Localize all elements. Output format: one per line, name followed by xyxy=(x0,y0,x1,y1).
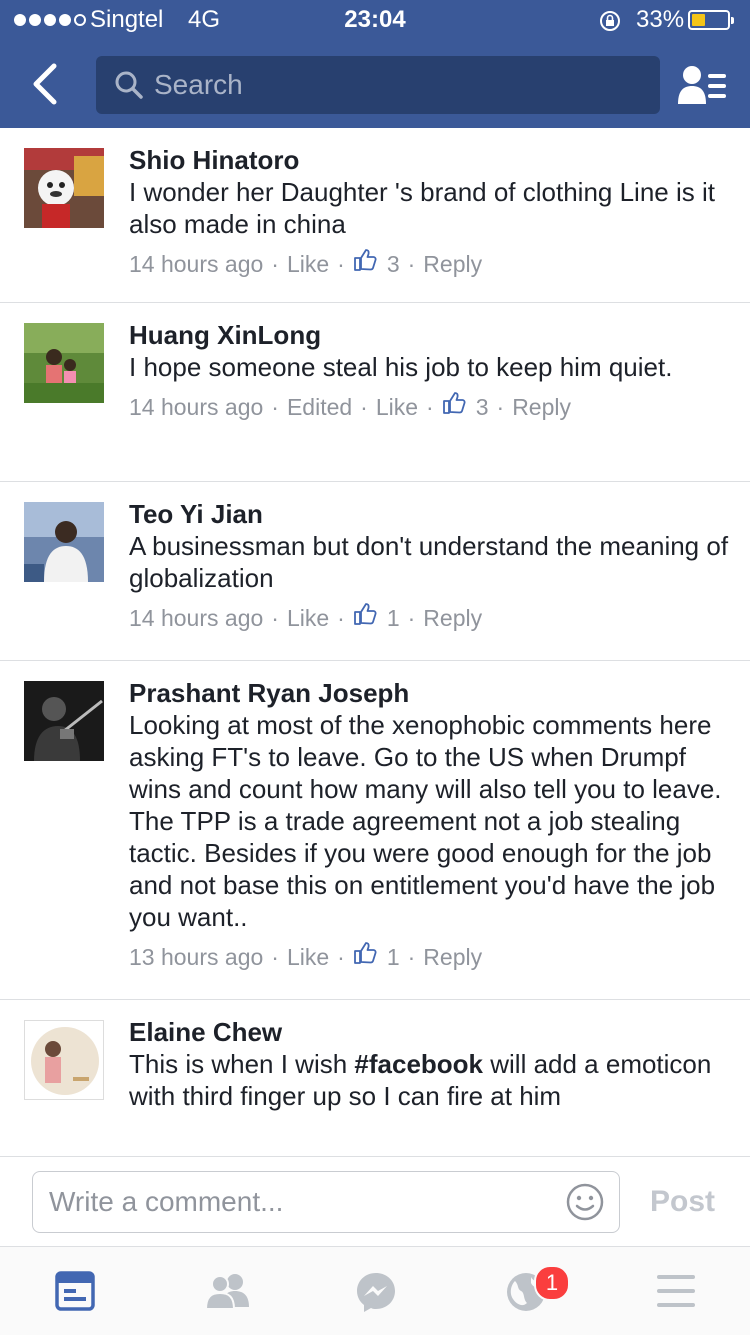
comment-meta: 14 hours ago · Like · 3 · Reply xyxy=(129,248,729,279)
avatar[interactable] xyxy=(24,1020,104,1100)
comment-composer: Write a comment... Post xyxy=(0,1156,750,1247)
comment-meta: 14 hours ago · Edited · Like · 3 · Reply xyxy=(129,391,729,422)
comment-meta: 14 hours ago · Like · 1 · Reply xyxy=(129,602,729,633)
thumbs-up-icon xyxy=(353,941,377,972)
tab-notifications[interactable]: 1 xyxy=(450,1247,600,1335)
reply-link[interactable]: Reply xyxy=(423,603,482,633)
comment-item: Prashant Ryan Joseph Looking at most of … xyxy=(0,661,750,1000)
avatar[interactable] xyxy=(24,148,104,228)
comment-text: A businessman but don't understand the m… xyxy=(129,531,729,593)
comment-author[interactable]: Shio Hinatoro xyxy=(129,144,729,176)
comment-meta: 13 hours ago · Like · 1 · Reply xyxy=(129,941,729,972)
rotation-lock-icon xyxy=(598,9,622,38)
like-count[interactable]: 1 xyxy=(387,603,400,633)
comment-item: Elaine Chew This is when I wish #faceboo… xyxy=(0,1000,750,1160)
tab-news-feed[interactable] xyxy=(0,1247,150,1335)
tab-more[interactable] xyxy=(600,1247,750,1335)
comment-timestamp[interactable]: 14 hours ago xyxy=(129,603,263,633)
comment-timestamp[interactable]: 14 hours ago xyxy=(129,392,263,422)
battery-icon xyxy=(688,10,734,30)
comment-author[interactable]: Prashant Ryan Joseph xyxy=(129,677,729,709)
comment-timestamp[interactable]: 13 hours ago xyxy=(129,942,263,972)
friend-list-icon xyxy=(678,66,726,104)
tab-bar: 1 xyxy=(0,1246,750,1335)
tab-friends[interactable] xyxy=(150,1247,300,1335)
friends-icon xyxy=(205,1274,249,1310)
like-count[interactable]: 3 xyxy=(387,249,400,279)
search-placeholder: Search xyxy=(154,69,243,100)
messenger-icon xyxy=(357,1273,395,1312)
comment-item: Teo Yi Jian A businessman but don't unde… xyxy=(0,482,750,661)
chevron-left-icon xyxy=(33,63,57,105)
comment-item: Huang XinLong I hope someone steal his j… xyxy=(0,303,750,482)
navigation-bar: Search xyxy=(0,56,750,114)
like-link[interactable]: Like xyxy=(287,603,329,633)
like-link[interactable]: Like xyxy=(376,392,418,422)
edited-label[interactable]: Edited xyxy=(287,392,352,422)
like-count[interactable]: 3 xyxy=(476,392,489,422)
comment-placeholder: Write a comment... xyxy=(49,1186,284,1217)
avatar[interactable] xyxy=(24,502,104,582)
comments-list: Shio Hinatoro I wonder her Daughter 's b… xyxy=(0,128,750,1160)
reply-link[interactable]: Reply xyxy=(512,392,571,422)
search-icon xyxy=(114,70,144,105)
like-link[interactable]: Like xyxy=(287,942,329,972)
like-link[interactable]: Like xyxy=(287,249,329,279)
reply-link[interactable]: Reply xyxy=(423,942,482,972)
comment-author[interactable]: Teo Yi Jian xyxy=(129,498,729,530)
comment-text: I hope someone steal his job to keep him… xyxy=(129,352,673,382)
avatar[interactable] xyxy=(24,323,104,403)
comment-author[interactable]: Elaine Chew xyxy=(129,1016,729,1048)
post-button[interactable]: Post xyxy=(650,1185,715,1219)
friend-requests-button[interactable] xyxy=(678,64,730,111)
hashtag-link[interactable]: #facebook xyxy=(354,1049,483,1079)
reply-link[interactable]: Reply xyxy=(423,249,482,279)
comment-timestamp[interactable]: 14 hours ago xyxy=(129,249,263,279)
comment-text: Looking at most of the xenophobic commen… xyxy=(129,710,722,932)
battery-percent: 33% xyxy=(636,6,685,33)
avatar[interactable] xyxy=(24,681,104,761)
comment-text: I wonder her Daughter 's brand of clothi… xyxy=(129,177,715,239)
back-button[interactable] xyxy=(30,62,60,111)
thumbs-up-icon xyxy=(442,391,466,422)
like-count[interactable]: 1 xyxy=(387,942,400,972)
comment-author[interactable]: Huang XinLong xyxy=(129,319,729,351)
smiley-icon[interactable] xyxy=(565,1182,605,1227)
search-input[interactable]: Search xyxy=(96,56,660,114)
comment-item: Shio Hinatoro I wonder her Daughter 's b… xyxy=(0,128,750,303)
thumbs-up-icon xyxy=(353,248,377,279)
notification-badge: 1 xyxy=(534,1265,570,1301)
comment-input[interactable]: Write a comment... xyxy=(32,1171,620,1233)
tab-messenger[interactable] xyxy=(300,1247,450,1335)
comment-text: This is when I wish #facebook will add a… xyxy=(129,1049,712,1111)
top-bar: Singtel 4G 23:04 33% Search xyxy=(0,0,750,128)
thumbs-up-icon xyxy=(353,602,377,633)
menu-icon xyxy=(657,1275,695,1307)
status-bar: Singtel 4G 23:04 33% xyxy=(0,0,750,40)
news-feed-icon xyxy=(55,1271,95,1311)
